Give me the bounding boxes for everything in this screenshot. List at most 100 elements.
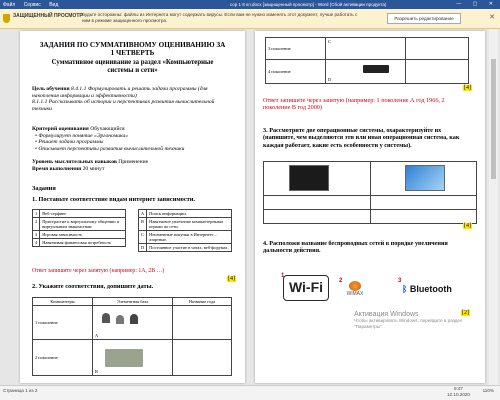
- table-cell: Поиск информации.: [146, 209, 232, 218]
- table-row: 2 Пристрастие к виртуальному общению и ви…: [31, 217, 126, 231]
- row-letter: C: [137, 230, 148, 244]
- answer-cell[interactable]: [405, 37, 469, 60]
- level-block: Уровень мыслительных навыков Применение …: [32, 159, 232, 172]
- row-number: 3: [31, 230, 41, 239]
- table-cell: Игровая зависимость: [39, 230, 126, 239]
- zoom-level[interactable]: 110%: [483, 388, 494, 393]
- logo-number: 3: [398, 278, 402, 284]
- protected-view-label: ЗАЩИЩЕННЫЙ ПРОСМОТР: [13, 13, 83, 19]
- windows-desktop-image: [405, 165, 445, 191]
- tasks-heading: Задания: [32, 185, 56, 192]
- table-row: 4 Навязчивая финансовая потребность: [31, 238, 126, 247]
- task-2: 2. Укажите соответствия, допишите даты.: [32, 283, 154, 290]
- close-icon[interactable]: ✕: [489, 13, 495, 21]
- enable-editing-button[interactable]: Разрешить редактирование: [387, 13, 461, 24]
- answer-cell[interactable]: [370, 195, 477, 210]
- column-header: Название года: [172, 297, 232, 306]
- table-cell: 3 поколение: [265, 37, 326, 60]
- column-header: Элементная база: [92, 297, 173, 306]
- wimax-icon: [349, 281, 361, 291]
- criteria-value: Обучающийся: [90, 126, 125, 132]
- menu-service[interactable]: Сервис: [24, 2, 41, 8]
- row-number: 1: [31, 209, 41, 218]
- table-cell: Навязчивое увлечение компьютерными играм…: [146, 217, 232, 231]
- task-1: 1. Поставьте соответствие видам интернет…: [32, 196, 196, 203]
- row-letter: A: [137, 209, 148, 218]
- goal-text-2: 8.1.1.1 Рассказывать об истории и перспе…: [32, 99, 215, 112]
- circuit-board-image: [105, 349, 143, 367]
- table-row: D Постоянное участие в чатах, веб-форумах…: [137, 243, 232, 252]
- table-cell: Навязчивая финансовая потребность: [39, 238, 126, 247]
- window-controls[interactable]: — ▢ ✕: [456, 1, 498, 7]
- task2-score: [4]: [463, 85, 472, 91]
- task1-answer-hint: Ответ запишите через запятую (например: …: [32, 268, 165, 274]
- answer-cell[interactable]: [263, 195, 371, 210]
- table-cell: Пристрастие к виртуальному общению и вир…: [39, 217, 126, 231]
- task2-table-continued: 3 поколение C 4 поколение D: [265, 37, 469, 84]
- row-letter: B: [137, 217, 148, 231]
- clock-date: 12.10.2020: [447, 392, 470, 397]
- criteria-block: Критерий оценивания Обучающийся Формулир…: [32, 126, 232, 152]
- task1-score: [4]: [227, 276, 236, 282]
- option-letter: A: [95, 333, 99, 338]
- answer-cell[interactable]: [172, 339, 232, 376]
- row-number: 2: [31, 217, 41, 231]
- task1-right-table: A Поиск информации. B Навязчивое увлечение…: [137, 209, 232, 252]
- level-label: Уровень мыслительных навыков: [32, 159, 117, 165]
- table-row: 1 Веб-серфинг: [31, 209, 126, 218]
- criteria-item: Решает задачи программы: [35, 139, 232, 146]
- page-indicator: Страница 1 из 2: [3, 388, 38, 393]
- transistor-image: [130, 314, 138, 324]
- answer-cell[interactable]: [172, 305, 232, 340]
- os-image-cell: [370, 161, 477, 196]
- table-row: [263, 209, 477, 224]
- wimax-label: WiMAX: [346, 291, 364, 297]
- menu-view[interactable]: Вид: [49, 2, 58, 8]
- criteria-list: Формулирует понятие «Эргономика» Решает …: [32, 133, 232, 153]
- table-row: A Поиск информации.: [137, 209, 232, 218]
- windows-activation-watermark: Активация Windows Чтобы активировать Win…: [354, 311, 484, 329]
- row-number: 4: [31, 238, 41, 247]
- table-row: [263, 195, 477, 210]
- table-cell: Веб-серфинг: [39, 209, 126, 218]
- document-area: ЗАДАНИЯ ПО СУММАТИВНОМУ ОЦЕНИВАНИЮ ЗА 1 …: [0, 29, 500, 385]
- menu-file[interactable]: Файл: [3, 2, 15, 8]
- watermark-title: Активация Windows: [354, 311, 419, 318]
- clock: 9:47 12.10.2020: [447, 386, 470, 398]
- table-row: 3 Игровая зависимость: [31, 230, 126, 239]
- table-cell: Постоянное участие в чатах, веб-форумах.: [146, 243, 232, 252]
- watermark-text: Чтобы активировать Windows, перейдите в …: [354, 318, 463, 329]
- table-cell: 2 поколение: [32, 339, 93, 376]
- option-letter: D: [328, 77, 332, 82]
- table-row: [263, 161, 477, 196]
- task3-table: [263, 161, 477, 224]
- bluetooth-logo: ᛒ Bluetooth: [402, 284, 452, 294]
- transistor-image: [102, 313, 110, 323]
- answer-cell[interactable]: [263, 209, 371, 224]
- time-value: 20 минут: [82, 165, 105, 172]
- task3-score: [4]: [463, 223, 472, 229]
- table-row: B Навязчивое увлечение компьютерными игра…: [137, 217, 232, 231]
- option-letter: C: [328, 39, 331, 44]
- shield-icon: [3, 14, 10, 23]
- answer-cell[interactable]: [370, 209, 477, 224]
- table-cell: 4 поколение: [265, 59, 326, 84]
- task1-left-table: 1 Веб-серфинг 2 Пристрастие к виртуальному…: [31, 209, 126, 247]
- document-page-1: ЗАДАНИЯ ПО СУММАТИВНОМУ ОЦЕНИВАНИЮ ЗА 1 …: [20, 31, 245, 383]
- table-cell: 1 поколение: [32, 305, 93, 340]
- level-value: Применение: [118, 159, 149, 165]
- element-image-cell: C: [325, 37, 406, 60]
- os-image-cell: [263, 161, 371, 196]
- option-letter: B: [95, 369, 98, 374]
- column-header: Компьютеры: [32, 297, 93, 306]
- time-label: Время выполнения: [32, 165, 82, 172]
- answer-cell[interactable]: [405, 59, 469, 84]
- vertical-scrollbar[interactable]: [489, 29, 498, 385]
- document-page-2: 3 поколение C 4 поколение D [4] Ответ за…: [255, 31, 485, 383]
- menu-bar: Файл Сервис Вид: [3, 2, 65, 8]
- title-bar: Файл Сервис Вид сор 1 8 кл.docx [защищен…: [0, 0, 500, 9]
- criteria-label: Критерий оценивания: [32, 126, 89, 132]
- row-letter: D: [137, 243, 148, 252]
- linux-terminal-image: [289, 165, 329, 191]
- scrollbar-thumb[interactable]: [491, 59, 496, 179]
